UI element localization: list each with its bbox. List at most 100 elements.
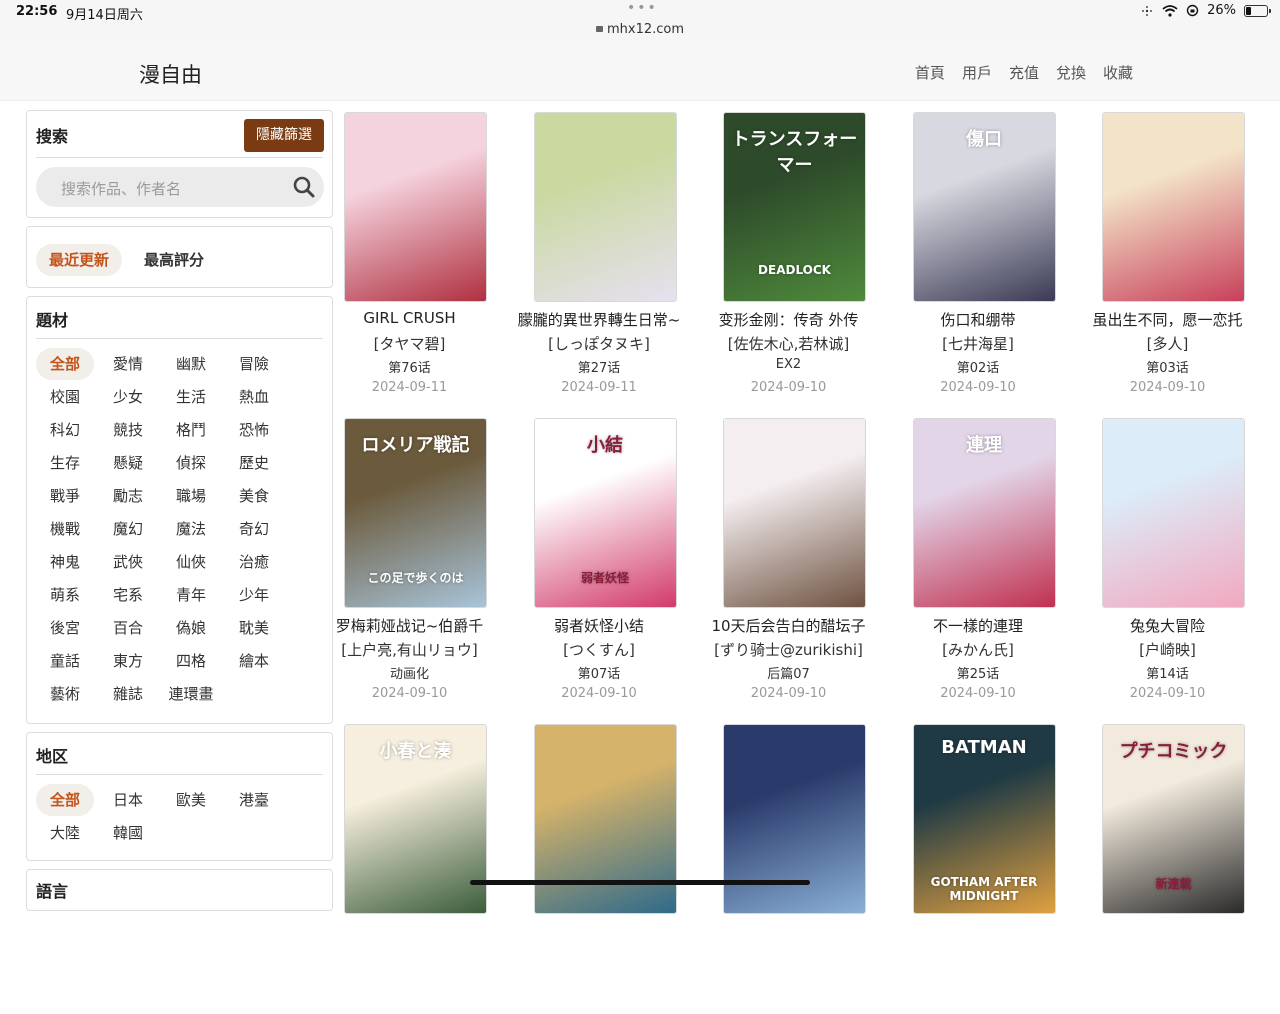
genre-tag[interactable]: 童話	[36, 645, 94, 677]
genre-tag[interactable]: 熱血	[225, 381, 283, 413]
comic-card[interactable]: 兔兔大冒险 [户崎映] 第14话 2024-09-10	[1073, 418, 1262, 708]
genre-tag[interactable]: 後宮	[36, 612, 94, 644]
region-tag[interactable]: 日本	[99, 784, 157, 816]
genre-tag[interactable]: 耽美	[225, 612, 283, 644]
genre-tag[interactable]: 恐怖	[225, 414, 283, 446]
genre-tag[interactable]: 少年	[225, 579, 283, 611]
address-bar[interactable]: mhx12.com	[0, 22, 1280, 37]
comic-cover-image[interactable]	[1102, 112, 1245, 302]
comic-card[interactable]: 連理 不一樣的連理 [みかん氏] 第25话 2024-09-10	[884, 418, 1073, 708]
nav-recharge[interactable]: 充值	[1009, 62, 1039, 83]
comic-title[interactable]: 伤口和绷带	[884, 309, 1073, 330]
comic-cover-image[interactable]: BATMAN GOTHAM AFTER MIDNIGHT	[912, 724, 1056, 914]
genre-tag[interactable]: 宅系	[99, 579, 157, 611]
genre-tag[interactable]: 愛情	[99, 348, 157, 380]
genre-tag[interactable]: 歷史	[225, 447, 283, 479]
comic-card[interactable]: 傷口 伤口和绷带 [七井海星] 第02话 2024-09-10	[884, 112, 1073, 402]
sort-top-rated[interactable]: 最高評分	[131, 244, 217, 276]
genre-tag[interactable]: 生活	[162, 381, 220, 413]
nav-user[interactable]: 用戶	[962, 62, 992, 83]
genre-tag[interactable]: 東方	[99, 645, 157, 677]
comic-cover-image[interactable]: トランスフォーマー DEADLOCK	[723, 112, 866, 302]
genre-tag[interactable]: 繪本	[225, 645, 283, 677]
genre-tag[interactable]: 戰爭	[36, 480, 94, 512]
genre-tag[interactable]: 職場	[162, 480, 220, 512]
comic-cover-image[interactable]: 連理	[912, 418, 1056, 608]
comic-title[interactable]: GIRL CRUSH	[315, 309, 504, 327]
genre-tag[interactable]: 全部	[36, 348, 94, 380]
sort-recent[interactable]: 最近更新	[36, 244, 123, 276]
comic-card[interactable]: トランスフォーマー DEADLOCK 变形金刚：传奇 外传 [佐佐木心,若林诚] EX2…	[694, 112, 883, 402]
search-input[interactable]: 搜索作品、作者名	[36, 167, 324, 207]
genre-tag[interactable]: 偽娘	[162, 612, 220, 644]
comic-card[interactable]: 小春と湊	[315, 724, 504, 1014]
comic-card[interactable]	[505, 724, 694, 1014]
genre-tag[interactable]: 百合	[99, 612, 157, 644]
region-tag[interactable]: 大陸	[36, 817, 94, 849]
comic-card[interactable]: 朦朧的異世界轉生日常~ [しっぽタヌキ] 第27话 2024-09-11	[505, 112, 694, 402]
genre-tag[interactable]: 競技	[99, 414, 157, 446]
genre-tag[interactable]: 武俠	[99, 546, 157, 578]
genre-tag[interactable]: 校園	[36, 381, 94, 413]
genre-tag[interactable]: 青年	[162, 579, 220, 611]
genre-tag[interactable]: 偵探	[162, 447, 220, 479]
comic-cover-image[interactable]	[723, 418, 866, 608]
genre-tag[interactable]: 神鬼	[36, 546, 94, 578]
region-tag[interactable]: 歐美	[162, 784, 220, 816]
genre-tag[interactable]: 機戰	[36, 513, 94, 545]
genre-tag[interactable]: 仙俠	[162, 546, 220, 578]
nav-home[interactable]: 首頁	[915, 62, 945, 83]
region-tag[interactable]: 全部	[36, 784, 94, 816]
comic-card[interactable]: BATMAN GOTHAM AFTER MIDNIGHT	[884, 724, 1073, 1014]
genre-tag[interactable]: 四格	[162, 645, 220, 677]
comic-title[interactable]: 变形金刚：传奇 外传	[694, 309, 883, 330]
comic-card[interactable]: GIRL CRUSH [タヤマ碧] 第76话 2024-09-11	[315, 112, 504, 402]
genre-tag[interactable]: 治癒	[225, 546, 283, 578]
genre-tag[interactable]: 格鬥	[162, 414, 220, 446]
comic-title[interactable]: 兔兔大冒险	[1073, 615, 1262, 636]
hide-filter-button[interactable]: 隱藏篩選	[244, 119, 324, 152]
comic-cover-image[interactable]	[1102, 418, 1245, 608]
search-icon[interactable]	[292, 175, 316, 199]
genre-tag[interactable]: 雜誌	[99, 678, 157, 710]
comic-card[interactable]: ロメリア戦記 この足で歩くのは 罗梅莉娅战记~伯爵千 [上户亮,有山リョウ] 动画化 20…	[315, 418, 504, 708]
genre-tag[interactable]: 懸疑	[99, 447, 157, 479]
comic-title[interactable]: 10天后会告白的醋坛子	[694, 615, 883, 636]
comic-cover-image[interactable]	[723, 724, 866, 914]
genre-tag[interactable]: 魔法	[162, 513, 220, 545]
genre-tag[interactable]: 萌系	[36, 579, 94, 611]
comic-card[interactable]: 小結 弱者妖怪 弱者妖怪小结 [つくすん] 第07话 2024-09-10	[505, 418, 694, 708]
comic-title[interactable]: 虽出生不同，愿一恋托	[1073, 309, 1262, 330]
comic-title[interactable]: 弱者妖怪小结	[505, 615, 694, 636]
genre-tag[interactable]: 勵志	[99, 480, 157, 512]
genre-tag[interactable]: 幽默	[162, 348, 220, 380]
comic-title[interactable]: 不一樣的連理	[884, 615, 1073, 636]
comic-card[interactable]	[694, 724, 883, 1014]
comic-cover-image[interactable]: プチコミック 新連載	[1102, 724, 1245, 914]
region-tag[interactable]: 港臺	[225, 784, 283, 816]
genre-tag[interactable]: 連環畫	[162, 678, 220, 710]
site-logo[interactable]: 漫自由	[139, 59, 202, 89]
more-dots-icon[interactable]: •••	[627, 0, 658, 16]
nav-redeem[interactable]: 兌換	[1056, 62, 1086, 83]
comic-cover-image[interactable]	[533, 724, 677, 914]
comic-title[interactable]: 罗梅莉娅战记~伯爵千	[315, 615, 504, 636]
genre-tag[interactable]: 藝術	[36, 678, 94, 710]
genre-tag[interactable]: 魔幻	[99, 513, 157, 545]
comic-card[interactable]: 虽出生不同，愿一恋托 [多人] 第03话 2024-09-10	[1073, 112, 1262, 402]
genre-tag[interactable]: 美食	[225, 480, 283, 512]
comic-cover-image[interactable]	[344, 112, 487, 302]
genre-tag[interactable]: 生存	[36, 447, 94, 479]
genre-tag[interactable]: 少女	[99, 381, 157, 413]
genre-tag[interactable]: 科幻	[36, 414, 94, 446]
nav-favorites[interactable]: 收藏	[1103, 62, 1133, 83]
region-tag[interactable]: 韓國	[99, 817, 157, 849]
comic-cover-image[interactable]: 傷口	[912, 112, 1056, 302]
genre-tag[interactable]: 冒險	[225, 348, 283, 380]
comic-cover-image[interactable]: ロメリア戦記 この足で歩くのは	[344, 418, 487, 608]
genre-tag[interactable]: 奇幻	[225, 513, 283, 545]
comic-card[interactable]: プチコミック 新連載	[1073, 724, 1262, 1014]
comic-title[interactable]: 朦朧的異世界轉生日常~	[505, 309, 694, 330]
comic-card[interactable]: 10天后会告白的醋坛子 [ずり骑士@zurikishi] 后篇07 2024-09-1…	[694, 418, 883, 708]
comic-cover-image[interactable]	[533, 112, 677, 302]
